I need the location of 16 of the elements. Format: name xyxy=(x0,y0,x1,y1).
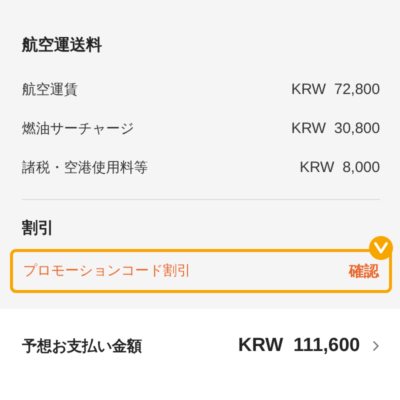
section-title: 割引 xyxy=(22,218,55,239)
section-title: 航空運送料 xyxy=(22,35,103,56)
fare-amount: KRW 8,000 xyxy=(300,159,380,176)
fare-label: 諸税・空港使用料等 xyxy=(22,158,148,176)
total-row[interactable]: 予想お支払い金額 KRW 111,600 xyxy=(0,309,400,357)
total-label: 予想お支払い金額 xyxy=(22,336,143,356)
check-badge-icon xyxy=(369,236,393,260)
total-amount: KRW 111,600 xyxy=(238,335,360,357)
fare-amount: KRW 72,800 xyxy=(291,81,380,98)
promo-row[interactable]: プロモーションコード割引 確認 xyxy=(10,249,392,293)
fare-label: 航空運賃 xyxy=(22,80,78,98)
fare-amount: KRW 30,800 xyxy=(291,120,380,137)
chevron-right-icon xyxy=(372,340,380,352)
confirm-link[interactable]: 確認 xyxy=(349,262,379,280)
promo-label: プロモーションコード割引 xyxy=(23,262,191,280)
fare-label: 燃油サーチャージ xyxy=(22,120,134,138)
